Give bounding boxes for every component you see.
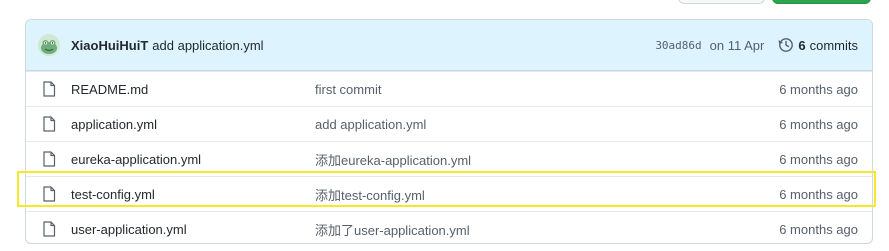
file-age: 6 months ago — [779, 186, 858, 202]
commit-date: on 11 Apr — [709, 37, 765, 53]
file-icon — [42, 186, 56, 202]
file-icon — [42, 116, 56, 132]
file-name-link[interactable]: user-application.yml — [71, 222, 315, 237]
commit-message-link[interactable]: add application.yml — [152, 38, 263, 53]
file-browser: XiaoHuiHuiT add application.yml 30ad86d … — [25, 19, 873, 244]
commits-count: 6 — [798, 37, 806, 53]
file-name-link[interactable]: application.yml — [71, 117, 315, 132]
file-row[interactable]: user-application.yml 添加了user-application… — [26, 211, 872, 243]
file-row[interactable]: test-config.yml 添加test-config.yml 6 mont… — [26, 176, 872, 211]
file-name-link[interactable]: eureka-application.yml — [71, 152, 315, 167]
latest-commit-bar: XiaoHuiHuiT add application.yml 30ad86d … — [26, 20, 872, 71]
green-action-button-partial[interactable] — [772, 0, 871, 4]
file-commit-message-link[interactable]: first commit — [315, 82, 779, 97]
file-icon — [42, 151, 56, 167]
file-row[interactable]: eureka-application.yml 添加eureka-applicat… — [26, 141, 872, 176]
file-age: 6 months ago — [779, 116, 858, 132]
file-row[interactable]: README.md first commit 6 months ago — [26, 71, 872, 106]
commits-label: commits — [809, 37, 858, 53]
file-commit-message-link[interactable]: 添加eureka-application.yml — [315, 150, 779, 169]
file-icon — [42, 221, 56, 237]
file-commit-message-link[interactable]: add application.yml — [315, 117, 779, 132]
file-name-link[interactable]: test-config.yml — [71, 187, 315, 202]
file-age: 6 months ago — [779, 81, 858, 97]
file-name-link[interactable]: README.md — [71, 82, 315, 97]
commit-sha-link[interactable]: 30ad86d — [655, 39, 701, 52]
history-icon — [778, 38, 794, 52]
commits-history-link[interactable]: 6 commits — [778, 37, 858, 53]
file-commit-message-link[interactable]: 添加test-config.yml — [315, 185, 779, 204]
file-age: 6 months ago — [779, 221, 858, 237]
code-dropdown-button-partial[interactable] — [678, 0, 765, 4]
commit-author-link[interactable]: XiaoHuiHuiT — [71, 38, 148, 53]
file-age: 6 months ago — [779, 151, 858, 167]
avatar[interactable] — [38, 34, 60, 56]
file-icon — [42, 81, 56, 97]
file-commit-message-link[interactable]: 添加了user-application.yml — [315, 220, 779, 239]
file-row[interactable]: application.yml add application.yml 6 mo… — [26, 106, 872, 141]
